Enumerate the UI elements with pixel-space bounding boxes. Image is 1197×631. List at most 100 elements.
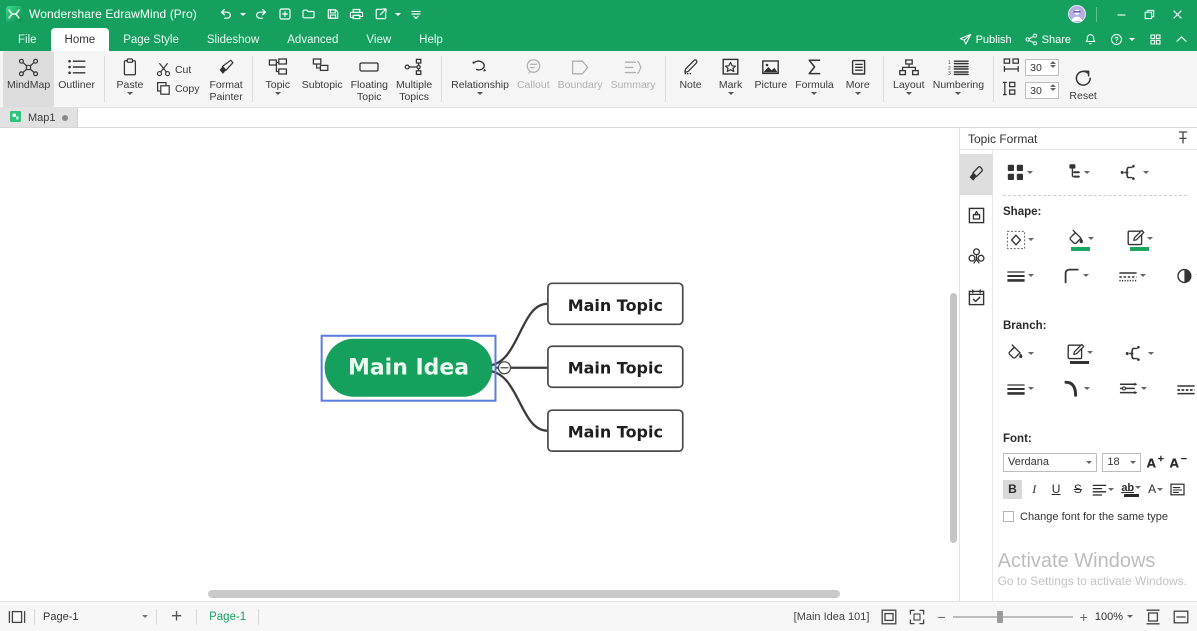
branch-edit-caret[interactable] (1087, 351, 1093, 354)
user-avatar[interactable] (1068, 5, 1086, 23)
branch-fill-icon[interactable] (1003, 341, 1037, 366)
branch-weight-caret[interactable] (1028, 387, 1034, 390)
spin-up-icon[interactable] (1050, 84, 1056, 87)
page-view-icon[interactable] (8, 610, 26, 624)
fill-color-caret[interactable] (1088, 237, 1094, 240)
zoom-out-button[interactable]: − (937, 610, 945, 624)
zoom-level-dropdown[interactable]: 100% (1095, 611, 1133, 623)
collapse-ribbon-icon[interactable] (1170, 28, 1193, 51)
center-view-icon[interactable] (1145, 609, 1161, 625)
tab-home[interactable]: Home (51, 28, 110, 51)
open-folder-icon[interactable] (298, 3, 320, 25)
tab-file[interactable]: File (4, 28, 51, 51)
corner-radius-icon[interactable] (1060, 264, 1092, 287)
change-font-checkbox[interactable] (1003, 511, 1014, 522)
export-icon[interactable] (370, 3, 392, 25)
layout-dropdown-caret[interactable] (906, 92, 912, 95)
shape-select-icon[interactable] (1003, 227, 1037, 253)
fill-color-icon[interactable] (1063, 226, 1097, 254)
formula-button[interactable]: Formula (791, 51, 838, 107)
font-family-select[interactable]: Verdana (1003, 453, 1097, 472)
page-select-caret[interactable] (142, 615, 148, 618)
export-dropdown-caret[interactable] (394, 3, 403, 25)
font-size-select[interactable]: 18 (1102, 453, 1141, 472)
multiple-topics-button[interactable]: Multiple Topics (392, 51, 436, 107)
shape-select-caret[interactable] (1028, 238, 1034, 241)
branch-curve-caret[interactable] (1084, 387, 1090, 390)
tab-help[interactable]: Help (405, 28, 457, 51)
text-align-caret[interactable] (1108, 488, 1114, 491)
text-highlight-caret[interactable] (1135, 486, 1141, 489)
zoom-in-button[interactable]: + (1080, 610, 1088, 624)
summary-button[interactable]: Summary (607, 51, 660, 107)
note-button[interactable]: Note (671, 51, 711, 107)
share-button[interactable]: Share (1020, 28, 1076, 51)
spin-down-icon[interactable] (1050, 88, 1056, 91)
branch-arrow-caret[interactable] (1141, 387, 1147, 390)
font-color-caret[interactable] (1157, 488, 1163, 491)
zoom-slider-track[interactable] (953, 616, 1073, 618)
subtopic-button[interactable]: Subtopic (298, 51, 347, 107)
fit-page-icon[interactable] (881, 609, 897, 625)
corner-radius-caret[interactable] (1083, 274, 1089, 277)
mark-button[interactable]: Mark (711, 51, 751, 107)
outliner-button[interactable]: Outliner (54, 51, 99, 107)
increase-font-size-icon[interactable]: A (1146, 453, 1164, 472)
floating-topic-button[interactable]: Floating Topic (347, 51, 392, 107)
vertical-spacing-arrows[interactable] (1050, 84, 1056, 91)
structure-icon[interactable] (1060, 160, 1093, 185)
cut-button[interactable]: Cut (152, 60, 204, 79)
more-insert-dropdown-caret[interactable] (855, 92, 861, 95)
strikethrough-button[interactable]: S (1068, 480, 1087, 499)
save-icon[interactable] (322, 3, 344, 25)
font-color-icon[interactable]: A (1146, 480, 1165, 499)
mindmap-button[interactable]: MindMap (3, 51, 54, 107)
close-icon[interactable] (1163, 0, 1191, 28)
branch-structure-icon[interactable] (1122, 341, 1157, 366)
horizontal-spacing-arrows[interactable] (1050, 61, 1056, 68)
print-icon[interactable] (346, 3, 368, 25)
text-spacing-icon[interactable] (1168, 480, 1187, 499)
bold-button[interactable]: B (1003, 480, 1022, 499)
callout-button[interactable]: Callout (513, 51, 554, 107)
shape-edit-icon[interactable] (1123, 226, 1156, 254)
branch-structure-caret[interactable] (1148, 352, 1154, 355)
copy-button[interactable]: Copy (152, 79, 204, 98)
document-tab-map1[interactable]: Map1 (0, 108, 78, 127)
boundary-button[interactable]: Boundary (554, 51, 607, 107)
shape-edit-caret[interactable] (1147, 237, 1153, 240)
decrease-font-size-icon[interactable]: A (1169, 453, 1187, 472)
paste-button[interactable]: Paste (110, 51, 150, 107)
tab-advanced[interactable]: Advanced (273, 28, 352, 51)
tab-slideshow[interactable]: Slideshow (193, 28, 273, 51)
topic-button[interactable]: Topic (258, 51, 298, 107)
branch-connect-icon[interactable] (1117, 160, 1152, 185)
branch-weight-icon[interactable] (1003, 378, 1037, 400)
branch-edit-icon[interactable] (1063, 340, 1096, 367)
page-select-dropdown[interactable]: Page-1 (43, 611, 148, 623)
redo-icon[interactable] (250, 3, 272, 25)
branch-arrow-icon[interactable] (1116, 377, 1150, 400)
more-toolbar-icon[interactable] (405, 3, 427, 25)
branch-dash-icon[interactable] (1173, 378, 1197, 400)
undo-dropdown-caret[interactable] (239, 3, 248, 25)
text-align-icon[interactable] (1090, 480, 1116, 499)
formula-dropdown-caret[interactable] (811, 92, 817, 95)
text-highlight-icon[interactable]: ab (1119, 480, 1143, 499)
format-painter-button[interactable]: Format Painter (205, 51, 246, 107)
task-icon[interactable] (960, 277, 993, 318)
zoom-level-caret[interactable] (1127, 615, 1133, 618)
structure-caret[interactable] (1084, 171, 1090, 174)
restore-icon[interactable] (1135, 0, 1163, 28)
publish-button[interactable]: Publish (954, 28, 1017, 51)
italic-button[interactable]: I (1025, 480, 1044, 499)
numbering-dropdown-caret[interactable] (955, 92, 961, 95)
line-style-icon[interactable] (1115, 265, 1149, 287)
mark-dropdown-caret[interactable] (728, 92, 734, 95)
notification-bell-icon[interactable] (1079, 28, 1102, 51)
mindmap-canvas[interactable]: Main Idea Main Topic Main Topic Main Top… (0, 128, 960, 601)
zoom-slider-thumb[interactable] (997, 611, 1003, 623)
line-style-caret[interactable] (1140, 274, 1146, 277)
line-weight-icon[interactable] (1003, 265, 1037, 287)
horizontal-spacing-input[interactable]: 30 (1025, 59, 1059, 76)
